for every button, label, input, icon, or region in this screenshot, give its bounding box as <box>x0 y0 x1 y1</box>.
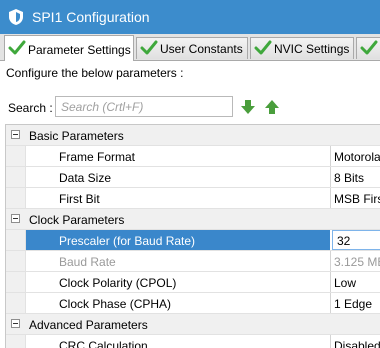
param-value[interactable]: 1 Edge <box>334 297 372 311</box>
param-value[interactable]: Motorola <box>334 150 380 164</box>
category-label: Clock Parameters <box>29 213 125 227</box>
shield-icon <box>9 9 23 25</box>
tab-strip: Parameter Settings User Constants NVIC S… <box>0 34 380 61</box>
tab-label: NVIC Settings <box>274 42 350 56</box>
collapse-icon[interactable] <box>11 319 20 328</box>
collapse-icon[interactable] <box>11 214 20 223</box>
param-name: Prescaler (for Baud Rate) <box>59 234 196 248</box>
param-name: First Bit <box>59 192 100 206</box>
param-name: Clock Phase (CPHA) <box>59 297 172 311</box>
param-name: Data Size <box>59 171 112 185</box>
arrow-down-icon[interactable] <box>239 98 257 116</box>
param-value[interactable]: 32 <box>337 234 350 248</box>
param-row-baud-rate: Baud Rate 3.125 MB <box>6 251 380 272</box>
param-row-clock-phase[interactable]: Clock Phase (CPHA) 1 Edge <box>6 293 380 314</box>
param-row-data-size[interactable]: Data Size 8 Bits <box>6 167 380 188</box>
tab-dma-settings[interactable]: D <box>356 37 380 59</box>
tab-label: Parameter Settings <box>28 43 131 57</box>
param-name: Clock Polarity (CPOL) <box>59 276 177 290</box>
category-advanced-parameters[interactable]: Advanced Parameters <box>6 314 380 335</box>
checkmark-icon <box>8 40 26 55</box>
param-value[interactable]: 8 Bits <box>334 171 364 185</box>
param-row-crc-calculation[interactable]: CRC Calculation Disabled <box>6 335 380 348</box>
param-value: 3.125 MB <box>334 255 380 269</box>
param-row-first-bit[interactable]: First Bit MSB First <box>6 188 380 209</box>
category-label: Advanced Parameters <box>29 318 148 332</box>
window-title: SPI1 Configuration <box>32 9 150 25</box>
search-label: Search : <box>8 101 53 115</box>
title-bar: SPI1 Configuration <box>0 0 380 34</box>
category-clock-parameters[interactable]: Clock Parameters <box>6 209 380 230</box>
parameter-grid: Basic Parameters Frame Format Motorola D… <box>5 124 380 348</box>
param-row-frame-format[interactable]: Frame Format Motorola <box>6 146 380 167</box>
tab-label: User Constants <box>160 42 243 56</box>
tab-user-constants[interactable]: User Constants <box>136 37 248 59</box>
arrow-up-icon[interactable] <box>263 98 281 116</box>
param-value[interactable]: MSB First <box>334 192 380 206</box>
checkmark-icon <box>254 40 272 55</box>
tab-nvic-settings[interactable]: NVIC Settings <box>250 37 354 59</box>
instructions-text: Configure the below parameters : <box>6 66 184 80</box>
param-value[interactable]: Low <box>334 276 356 290</box>
param-name: Baud Rate <box>59 255 116 269</box>
category-basic-parameters[interactable]: Basic Parameters <box>6 125 380 146</box>
search-input[interactable] <box>55 96 233 117</box>
collapse-icon[interactable] <box>11 130 20 139</box>
category-label: Basic Parameters <box>29 129 124 143</box>
param-row-clock-polarity[interactable]: Clock Polarity (CPOL) Low <box>6 272 380 293</box>
param-name: Frame Format <box>59 150 136 164</box>
param-row-prescaler[interactable]: Prescaler (for Baud Rate) 32 <box>6 230 380 251</box>
tab-parameter-settings[interactable]: Parameter Settings <box>4 35 134 61</box>
checkmark-icon <box>140 40 158 55</box>
checkmark-icon <box>360 40 378 55</box>
